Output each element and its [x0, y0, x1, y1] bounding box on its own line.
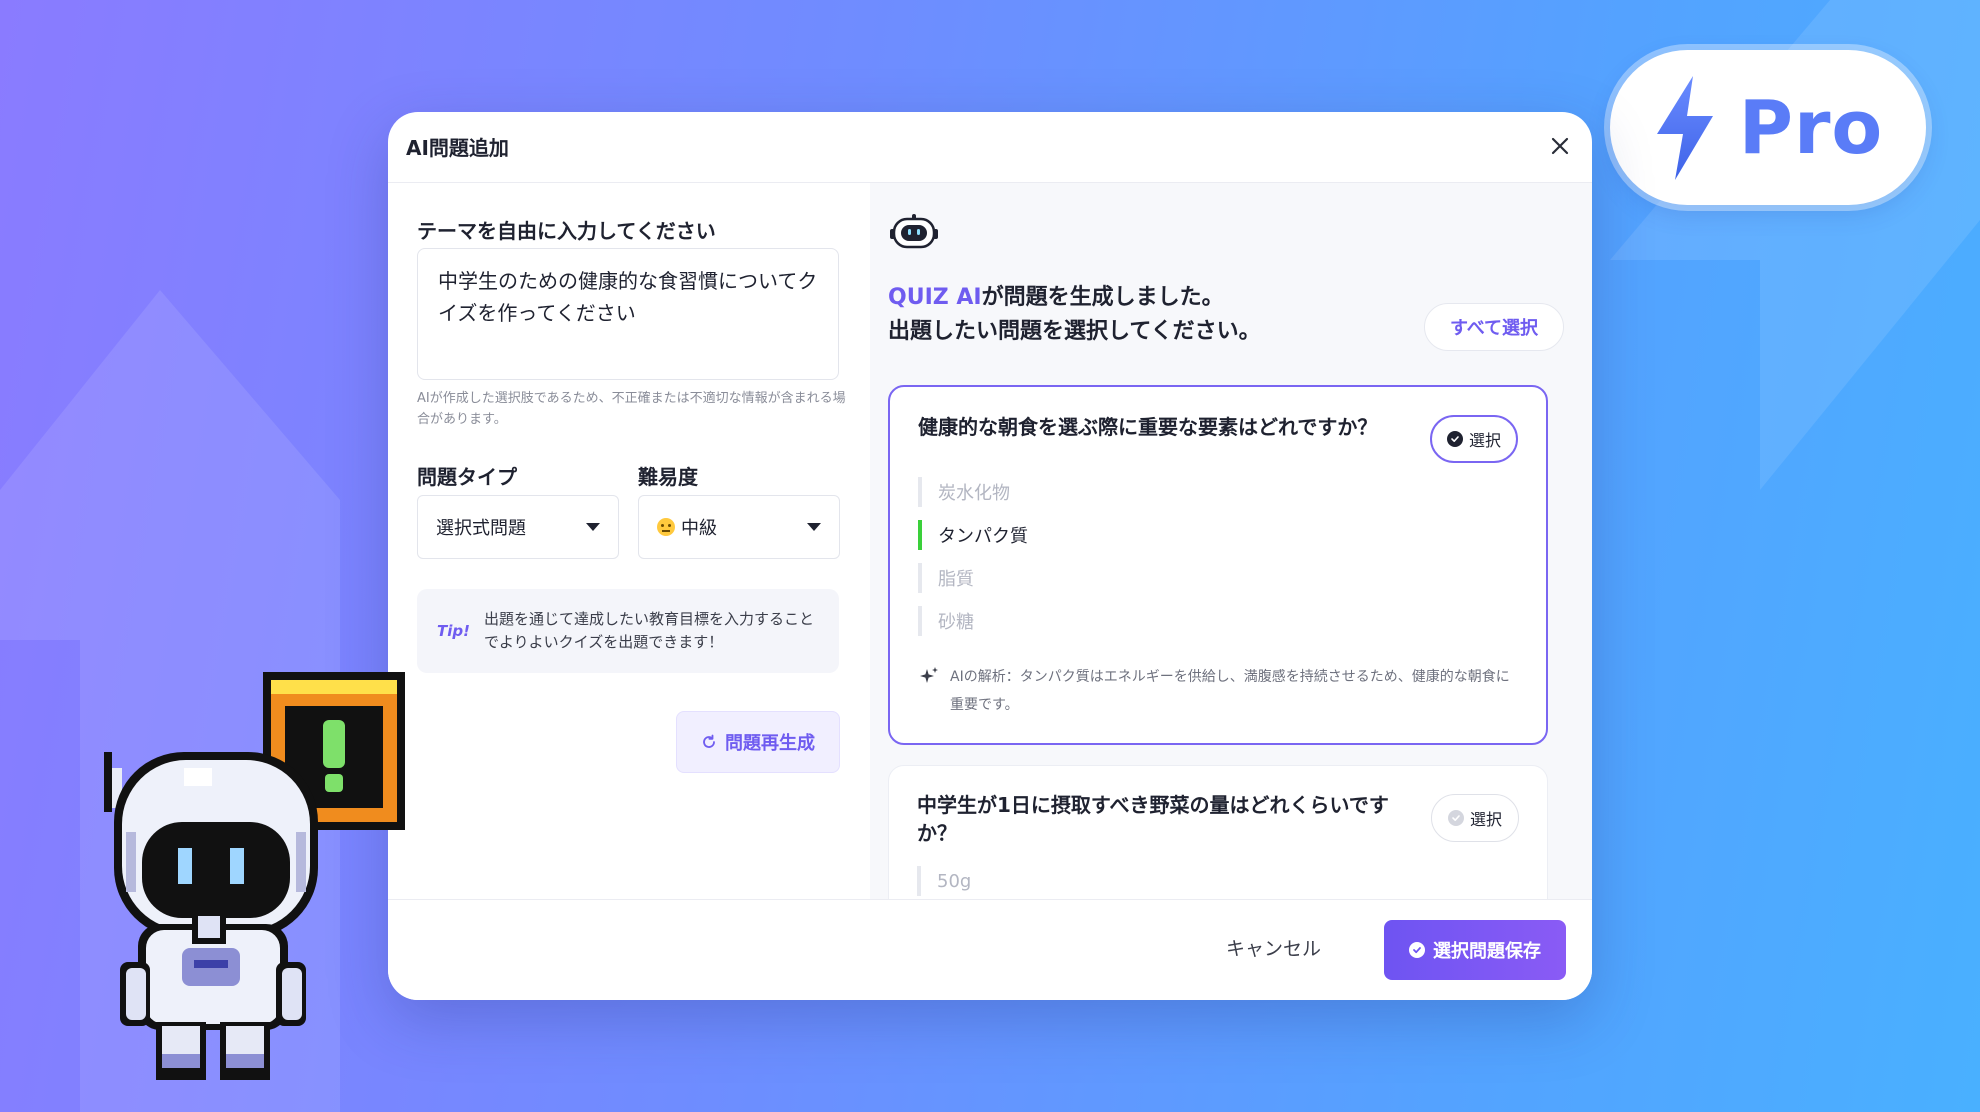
- difficulty-value-wrap: 中級: [657, 514, 717, 540]
- results-pane: QUIZ AIが問題を生成しました。 出題したい問題を選択してください。 すべて…: [870, 183, 1592, 899]
- question-title: 中学生が1日に摂取すべき野菜の量はどれくらいですか？: [917, 793, 1389, 845]
- question-type-label: 問題タイプ: [417, 465, 517, 489]
- refresh-icon: [703, 734, 715, 748]
- explanation-text: AIの解析：タンパク質はエネルギーを供給し、満腹感を持続させるため、健康的な朝食…: [950, 669, 1510, 713]
- quiz-ai-brand: QUIZ AI: [888, 285, 982, 310]
- select-question-button[interactable]: 選択: [1431, 794, 1519, 842]
- answer-option: 砂糖: [918, 606, 1028, 636]
- tip-tag: Tip!: [437, 622, 470, 640]
- close-icon: [1551, 137, 1569, 155]
- theme-input[interactable]: 中学生のための健康的な食習慣についてクイズを作ってください: [417, 248, 839, 380]
- question-title: 健康的な朝食を選ぶ際に重要な要素はどれですか？: [918, 415, 1378, 439]
- answer-option: 脂質: [918, 563, 1028, 593]
- settings-pane: テーマを自由に入力してください 中学生のための健康的な食習慣についてクイズを作っ…: [388, 183, 870, 899]
- neutral-face-icon: [657, 518, 675, 536]
- close-button[interactable]: [1544, 130, 1576, 162]
- question-type-select[interactable]: 選択式問題: [417, 495, 619, 559]
- select-all-button[interactable]: すべて選択: [1424, 303, 1564, 351]
- question-card[interactable]: 中学生が1日に摂取すべき野菜の量はどれくらいですか？ 選択 50g: [888, 765, 1548, 899]
- ai-message: QUIZ AIが問題を生成しました。 出題したい問題を選択してください。: [888, 281, 1261, 349]
- tip-box: Tip! 出題を通じて達成したい教育目標を入力することでよりよいクイズを出題でき…: [417, 589, 839, 673]
- answer-options: 炭水化物 タンパク質 脂質 砂糖: [918, 477, 1028, 649]
- caret-down-icon: [586, 523, 600, 531]
- save-label: 選択問題保存: [1433, 941, 1541, 962]
- regenerate-label: 問題再生成: [725, 733, 815, 754]
- check-circle-icon: [1409, 942, 1425, 958]
- theme-label: テーマを自由に入力してください: [417, 219, 716, 243]
- sparkle-icon: [920, 667, 938, 683]
- ai-disclaimer: AIが作成した選択肢であるため、不正確または不適切な情報が含まれる場合があります…: [417, 391, 846, 427]
- check-circle-icon: [1446, 431, 1463, 447]
- lightning-icon: [1656, 75, 1713, 180]
- tip-text: 出題を通じて達成したい教育目標を入力することでよりよいクイズを出題できます！: [483, 610, 814, 651]
- cancel-button[interactable]: キャンセル: [1226, 934, 1321, 961]
- modal-title: AI問題追加: [406, 136, 509, 160]
- ai-explanation: AIの解析：タンパク質はエネルギーを供給し、満腹感を持続させるため、健康的な朝食…: [918, 663, 1518, 719]
- save-selected-button[interactable]: 選択問題保存: [1384, 920, 1566, 980]
- ai-question-modal: AI問題追加 テーマを自由に入力してください 中学生のための健康的な食習慣につい…: [388, 112, 1592, 1000]
- answer-option: 炭水化物: [918, 477, 1028, 507]
- select-label: 選択: [1468, 431, 1501, 450]
- question-type-value: 選択式問題: [436, 518, 526, 539]
- answer-option-correct: タンパク質: [918, 520, 1028, 550]
- difficulty-select[interactable]: 中級: [638, 495, 840, 559]
- pro-label: Pro: [1738, 84, 1884, 171]
- ai-message-line1: が問題を生成しました。: [981, 285, 1224, 310]
- ai-message-line2: 出題したい問題を選択してください。: [888, 319, 1261, 344]
- answer-options: 50g: [917, 866, 971, 899]
- check-circle-icon: [1447, 810, 1464, 826]
- difficulty-value: 中級: [681, 518, 717, 539]
- question-card[interactable]: 健康的な朝食を選ぶ際に重要な要素はどれですか？ 選択 炭水化物 タンパク質 脂質…: [888, 385, 1548, 745]
- astronaut-mascot: [104, 752, 318, 1080]
- caret-down-icon: [807, 523, 821, 531]
- answer-option: 50g: [917, 866, 971, 896]
- select-label: 選択: [1469, 810, 1502, 829]
- regenerate-button[interactable]: 問題再生成: [676, 711, 840, 773]
- modal-footer: キャンセル 選択問題保存: [388, 899, 1592, 1000]
- select-question-button[interactable]: 選択: [1430, 415, 1518, 463]
- robot-icon: [890, 214, 938, 249]
- pro-badge: Pro: [1610, 50, 1926, 205]
- modal-header: AI問題追加: [388, 112, 1592, 183]
- difficulty-label: 難易度: [638, 465, 698, 489]
